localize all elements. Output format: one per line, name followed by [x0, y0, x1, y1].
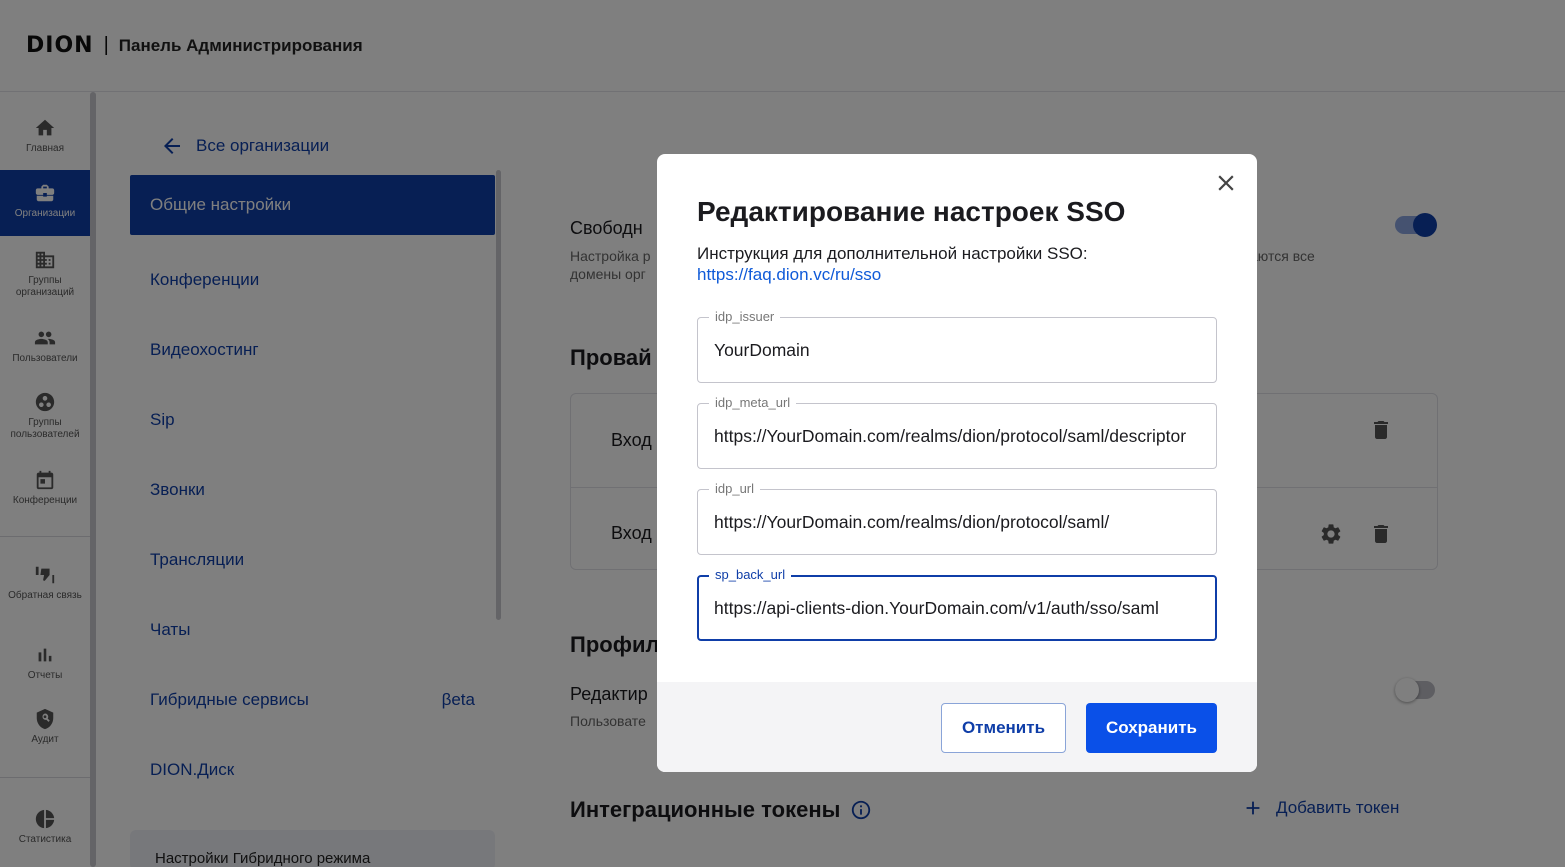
- idp-meta-url-input[interactable]: [714, 404, 1204, 468]
- dialog-footer: Отменить Сохранить: [657, 682, 1257, 772]
- idp-url-field[interactable]: idp_url: [697, 481, 1217, 555]
- idp-url-input[interactable]: [714, 490, 1204, 554]
- sp-back-url-input[interactable]: [714, 577, 1204, 639]
- idp-meta-url-field[interactable]: idp_meta_url: [697, 395, 1217, 469]
- sso-instruction-text: Инструкция для дополнительной настройки …: [697, 244, 1088, 263]
- close-dialog-button[interactable]: [1213, 170, 1239, 196]
- cancel-button[interactable]: Отменить: [941, 703, 1066, 753]
- idp-issuer-field[interactable]: idp_issuer: [697, 309, 1217, 383]
- idp-issuer-input[interactable]: [714, 318, 1204, 382]
- sso-faq-link[interactable]: https://faq.dion.vc/ru/sso: [697, 265, 881, 285]
- dialog-title: Редактирование настроек SSO: [697, 196, 1126, 227]
- sp-back-url-field[interactable]: sp_back_url: [697, 567, 1217, 641]
- close-icon: [1218, 175, 1234, 191]
- sso-settings-dialog: Редактирование настроек SSO Инструкция д…: [657, 154, 1257, 772]
- save-button[interactable]: Сохранить: [1086, 703, 1217, 753]
